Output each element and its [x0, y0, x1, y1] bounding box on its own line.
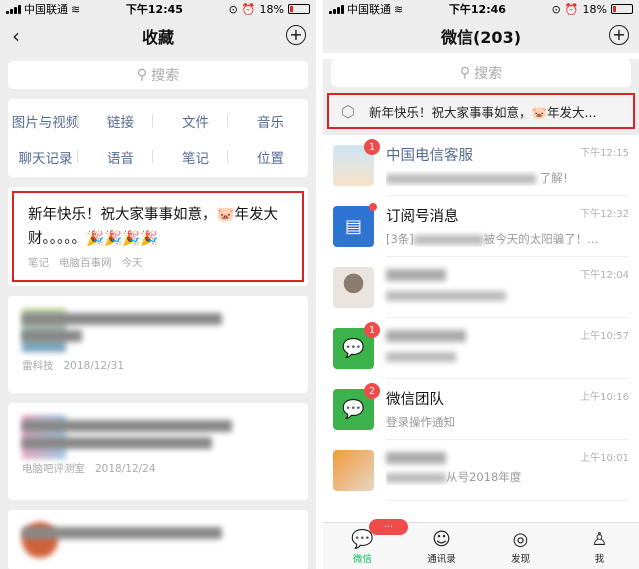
unread-dot	[369, 203, 377, 211]
category-panel: 图片与视频 链接 文件 音乐 聊天记录 语音 笔记 位置	[8, 99, 308, 177]
favorites-screen: 中国联通 ≋ 下午12:45 ⊙ ⏰ 18% ‹ 收藏 + ⚲ 搜索 图片与视频 链接 …	[0, 0, 316, 569]
search-placeholder: 搜索	[474, 66, 503, 82]
search-input[interactable]: ⚲ 搜索	[331, 59, 631, 87]
unread-badge: 1	[364, 139, 380, 155]
status-time: 下午12:46	[448, 3, 506, 16]
lock-rotation-icon: ⊙	[228, 2, 238, 16]
nav-bar: 微信(203) +	[323, 18, 639, 53]
contacts-icon: ☺	[432, 529, 451, 550]
pinned-note-text: 新年快乐！祝大家事事如意，🐷年发大...	[368, 104, 597, 120]
tab-label: 微信	[352, 554, 372, 565]
search-icon: ⚲	[459, 65, 471, 81]
category-notes[interactable]: 笔记	[152, 147, 233, 167]
favorite-item-highlighted[interactable]: 新年快乐！祝大家事事如意，🐷年发大财。。。。。🎉🎉🎉🎉 笔记 电脑百事网 今天	[8, 187, 308, 286]
avatar	[333, 450, 374, 491]
favorite-note-text: 新年快乐！祝大家事事如意，🐷年发大财。。。。。🎉🎉🎉🎉	[28, 207, 279, 247]
carrier-label: 中国联通	[24, 3, 68, 16]
status-bar: 中国联通 ≋ 下午12:45 ⊙ ⏰ 18%	[0, 0, 316, 18]
conversation-time: 上午10:01	[580, 453, 629, 464]
avatar	[333, 267, 374, 308]
conversation-preview: 了解！	[539, 171, 575, 185]
page-title: 微信(203)	[440, 27, 522, 47]
subscription-icon: ▤	[333, 203, 377, 247]
conversation-preview: [3条]	[386, 232, 414, 246]
status-bar: 中国联通 ≋ 下午12:46 ⊙ ⏰ 18%	[323, 0, 639, 18]
screen-divider	[316, 0, 323, 569]
favorite-item[interactable]	[8, 510, 308, 569]
tab-label: 发现	[510, 554, 530, 565]
nav-bar: ‹ 收藏 +	[0, 18, 316, 53]
search-icon: ⚲	[136, 67, 148, 83]
category-voice[interactable]: 语音	[77, 147, 158, 167]
compass-icon: ◎	[512, 529, 529, 550]
chat-bubble-icon: 💬 1	[333, 322, 380, 369]
conversation-time: 上午10:16	[580, 392, 629, 403]
favorite-time: 今天	[121, 257, 143, 269]
person-icon: ♙	[591, 529, 608, 550]
tab-discover[interactable]: ◎ 发现	[481, 523, 560, 569]
conversation-row[interactable]: 💬 1 上午10:57	[323, 318, 639, 379]
search-placeholder: 搜索	[151, 68, 180, 84]
carrier-label: 中国联通	[347, 3, 391, 16]
favorite-source: 电脑吧评测室	[22, 463, 85, 475]
unread-badge: 1	[364, 322, 380, 338]
chat-bubble-icon: 💬 2	[333, 383, 380, 430]
battery-percent: 18%	[582, 2, 607, 16]
conversation-row[interactable]: ▤ 订阅号消息 [3条] 被今天的太阳骗了！... 下午12:32	[323, 196, 639, 257]
alarm-icon: ⏰	[564, 2, 579, 16]
add-icon[interactable]: +	[286, 25, 306, 45]
search-input[interactable]: ⚲ 搜索	[8, 61, 308, 89]
box-icon: ⬡	[341, 101, 355, 121]
chats-screen: 中国联通 ≋ 下午12:46 ⊙ ⏰ 18% 微信(203) + ⚲ 搜索 ⬡ 新年快乐…	[323, 0, 639, 569]
signal-icon	[6, 4, 21, 14]
category-music[interactable]: 音乐	[227, 111, 308, 131]
conversation-time: 上午10:57	[580, 331, 629, 342]
category-location[interactable]: 位置	[227, 147, 308, 167]
status-time: 下午12:45	[125, 3, 183, 16]
battery-percent: 18%	[259, 2, 284, 16]
tab-chats[interactable]: ··· 💬 微信	[323, 519, 408, 569]
conversation-preview: 登录操作通知	[386, 415, 455, 429]
conversation-row[interactable]: 下午12:04	[323, 257, 639, 318]
conversation-list: 1 中国电信客服 了解！ 下午12:15 ▤ 订阅号消息 [3条] 被今天的太阳骗…	[323, 135, 639, 501]
conversation-row[interactable]: 1 中国电信客服 了解！ 下午12:15	[323, 135, 639, 196]
favorite-source: 雷科技	[22, 360, 54, 372]
favorite-type: 笔记	[28, 257, 49, 269]
wifi-icon: ≋	[71, 2, 81, 16]
tab-label: 我	[594, 554, 605, 565]
tab-me[interactable]: ♙ 我	[560, 523, 639, 569]
category-links[interactable]: 链接	[77, 111, 158, 131]
wifi-icon: ≋	[394, 2, 404, 16]
category-files[interactable]: 文件	[152, 111, 233, 131]
favorite-item[interactable]: 雷科技 2018/12/31	[8, 296, 308, 393]
category-photos-videos[interactable]: 图片与视频	[8, 111, 83, 131]
unread-badge: 2	[364, 383, 380, 399]
battery-icon	[287, 4, 310, 14]
avatar: 1	[333, 139, 380, 186]
page-title: 收藏	[141, 27, 174, 47]
tab-label: 通讯录	[427, 554, 456, 565]
favorite-source: 电脑百事网	[59, 257, 112, 269]
favorite-item[interactable]: 电脑吧评测室 2018/12/24	[8, 403, 308, 500]
conversation-preview-tail: 被今天的太阳骗了！...	[483, 232, 599, 246]
lock-rotation-icon: ⊙	[551, 2, 561, 16]
category-chat-history[interactable]: 聊天记录	[8, 147, 83, 167]
signal-icon	[329, 4, 344, 14]
conversation-time: 下午12:04	[580, 270, 629, 281]
conversation-time: 下午12:32	[580, 209, 629, 220]
conversation-preview: 从号2018年度	[446, 470, 522, 484]
favorite-date: 2018/12/31	[63, 360, 125, 372]
conversation-row[interactable]: 💬 2 微信团队 登录操作通知 上午10:16	[323, 379, 639, 440]
conversation-row[interactable]: 从号2018年度 上午10:01	[323, 440, 639, 501]
add-icon[interactable]: +	[609, 25, 629, 45]
tab-bar: ··· 💬 微信 ☺ 通讯录 ◎ 发现 ♙ 我	[323, 519, 639, 569]
tab-contacts[interactable]: ☺ 通讯录	[402, 523, 481, 569]
favorite-date: 2018/12/24	[95, 463, 156, 475]
battery-icon	[610, 4, 633, 14]
pinned-note-bar[interactable]: ⬡ 新年快乐！祝大家事事如意，🐷年发大...	[327, 93, 635, 129]
back-arrow-icon[interactable]: ‹	[12, 24, 20, 48]
conversation-time: 下午12:15	[580, 148, 629, 159]
alarm-icon: ⏰	[241, 2, 256, 16]
